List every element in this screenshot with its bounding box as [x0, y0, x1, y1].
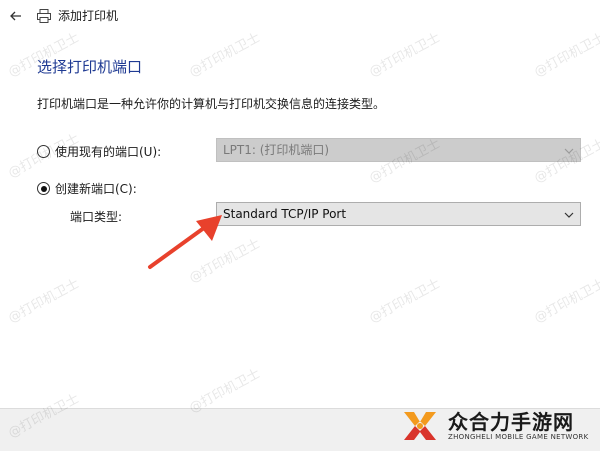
- watermark-text: @打印机卫士: [186, 30, 263, 81]
- logo-mark-icon: [404, 412, 436, 440]
- port-type-value: Standard TCP/IP Port: [223, 207, 347, 221]
- logo-text-en: ZHONGHELI MOBILE GAME NETWORK: [448, 433, 589, 441]
- watermark-text: @打印机卫士: [531, 276, 600, 327]
- existing-port-label: 使用现有的端口(U):: [55, 145, 162, 159]
- page-description: 打印机端口是一种允许你的计算机与打印机交换信息的连接类型。: [37, 97, 386, 111]
- watermark-text: @打印机卫士: [531, 30, 600, 81]
- existing-port-select: LPT1: (打印机端口): [216, 138, 581, 162]
- port-type-label: 端口类型:: [70, 210, 123, 224]
- site-logo: 众合力手游网 ZHONGHELI MOBILE GAME NETWORK: [400, 402, 600, 450]
- new-port-radio[interactable]: [37, 182, 50, 195]
- new-port-option[interactable]: 创建新端口(C):: [37, 180, 137, 197]
- new-port-label: 创建新端口(C):: [55, 182, 137, 196]
- title-bar: 添加打印机: [0, 0, 600, 32]
- logo-text-cn: 众合力手游网: [448, 410, 574, 434]
- back-arrow-icon[interactable]: [6, 6, 26, 26]
- chevron-down-icon: [564, 148, 574, 154]
- window-title: 添加打印机: [58, 9, 119, 23]
- port-type-select[interactable]: Standard TCP/IP Port: [216, 202, 581, 226]
- annotation-arrow-icon: [148, 215, 222, 269]
- watermark-text: @打印机卫士: [366, 30, 443, 81]
- chevron-down-icon: [564, 212, 574, 218]
- existing-port-radio[interactable]: [37, 145, 50, 158]
- printer-icon: [36, 8, 52, 24]
- existing-port-value: LPT1: (打印机端口): [223, 143, 330, 157]
- watermark-text: @打印机卫士: [366, 276, 443, 327]
- page-heading: 选择打印机端口: [37, 58, 143, 76]
- watermark-text: @打印机卫士: [5, 276, 82, 327]
- existing-port-option[interactable]: 使用现有的端口(U):: [37, 143, 161, 160]
